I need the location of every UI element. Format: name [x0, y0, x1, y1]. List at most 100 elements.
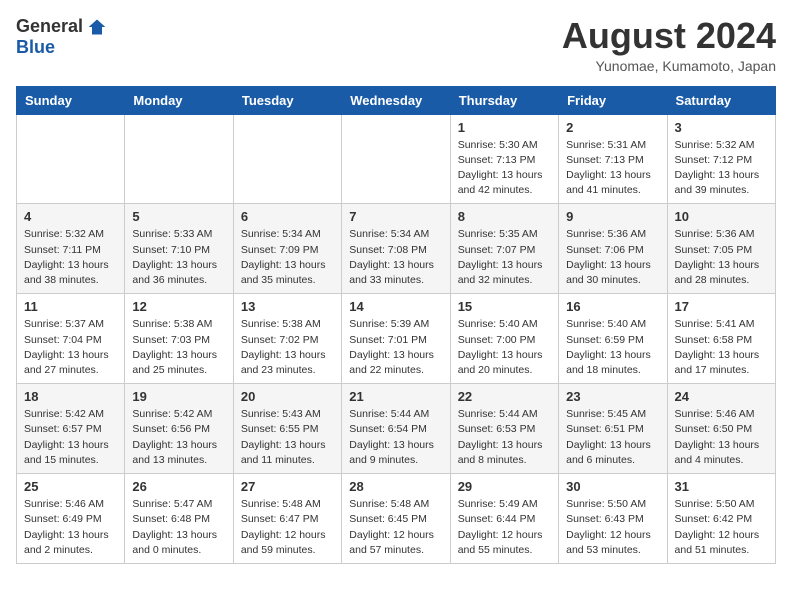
calendar-cell: 22Sunrise: 5:44 AM Sunset: 6:53 PM Dayli… [450, 384, 558, 474]
calendar-cell: 3Sunrise: 5:32 AM Sunset: 7:12 PM Daylig… [667, 114, 775, 204]
week-row-2: 4 Sunrise: 5:32 AM Sunset: 7:11 PM Daylig… [17, 204, 776, 294]
calendar-cell: 11 Sunrise: 5:37 AM Sunset: 7:04 PM Dayli… [17, 294, 125, 384]
calendar-cell: 4 Sunrise: 5:32 AM Sunset: 7:11 PM Daylig… [17, 204, 125, 294]
day-info: Sunrise: 5:46 AM Sunset: 6:50 PM Dayligh… [675, 407, 768, 468]
day-number: 25 [24, 479, 117, 494]
day-info: Sunrise: 5:42 AM Sunset: 6:56 PM Dayligh… [132, 407, 225, 468]
header-saturday: Saturday [667, 86, 775, 114]
calendar-cell: 8 Sunrise: 5:35 AM Sunset: 7:07 PM Daylig… [450, 204, 558, 294]
day-info: Sunrise: 5:45 AM Sunset: 6:51 PM Dayligh… [566, 407, 659, 468]
calendar-cell [233, 114, 341, 204]
header-row: SundayMondayTuesdayWednesdayThursdayFrid… [17, 86, 776, 114]
day-info: Sunrise: 5:34 AM Sunset: 7:09 PM Dayligh… [241, 227, 334, 288]
calendar-cell: 17Sunrise: 5:41 AM Sunset: 6:58 PM Dayli… [667, 294, 775, 384]
day-info: Sunrise: 5:31 AM Sunset: 7:13 PM Dayligh… [566, 138, 659, 199]
week-row-4: 18 Sunrise: 5:42 AM Sunset: 6:57 PM Dayli… [17, 384, 776, 474]
calendar-cell: 24 Sunrise: 5:46 AM Sunset: 6:50 PM Dayli… [667, 384, 775, 474]
day-info: Sunrise: 5:44 AM Sunset: 6:54 PM Dayligh… [349, 407, 442, 468]
day-number: 5 [132, 209, 225, 224]
day-number: 1 [458, 120, 551, 135]
calendar-cell: 5Sunrise: 5:33 AM Sunset: 7:10 PM Daylig… [125, 204, 233, 294]
location-text: Yunomae, Kumamoto, Japan [562, 58, 776, 74]
week-row-1: 1 Sunrise: 5:30 AM Sunset: 7:13 PM Daylig… [17, 114, 776, 204]
calendar-cell: 28Sunrise: 5:48 AM Sunset: 6:45 PM Dayli… [342, 474, 450, 564]
calendar-table: SundayMondayTuesdayWednesdayThursdayFrid… [16, 86, 776, 564]
header-friday: Friday [559, 86, 667, 114]
header-monday: Monday [125, 86, 233, 114]
calendar-cell: 21 Sunrise: 5:44 AM Sunset: 6:54 PM Dayli… [342, 384, 450, 474]
week-row-5: 25 Sunrise: 5:46 AM Sunset: 6:49 PM Dayli… [17, 474, 776, 564]
day-info: Sunrise: 5:38 AM Sunset: 7:02 PM Dayligh… [241, 317, 334, 378]
header-sunday: Sunday [17, 86, 125, 114]
day-info: Sunrise: 5:37 AM Sunset: 7:04 PM Dayligh… [24, 317, 117, 378]
day-info: Sunrise: 5:43 AM Sunset: 6:55 PM Dayligh… [241, 407, 334, 468]
day-number: 2 [566, 120, 659, 135]
day-info: Sunrise: 5:38 AM Sunset: 7:03 PM Dayligh… [132, 317, 225, 378]
day-number: 16 [566, 299, 659, 314]
day-number: 4 [24, 209, 117, 224]
day-number: 24 [675, 389, 768, 404]
day-info: Sunrise: 5:40 AM Sunset: 6:59 PM Dayligh… [566, 317, 659, 378]
day-number: 23 [566, 389, 659, 404]
calendar-cell: 23 Sunrise: 5:45 AM Sunset: 6:51 PM Dayli… [559, 384, 667, 474]
day-info: Sunrise: 5:49 AM Sunset: 6:44 PM Dayligh… [458, 497, 551, 558]
day-info: Sunrise: 5:41 AM Sunset: 6:58 PM Dayligh… [675, 317, 768, 378]
day-info: Sunrise: 5:30 AM Sunset: 7:13 PM Dayligh… [458, 138, 551, 199]
day-info: Sunrise: 5:44 AM Sunset: 6:53 PM Dayligh… [458, 407, 551, 468]
day-info: Sunrise: 5:48 AM Sunset: 6:45 PM Dayligh… [349, 497, 442, 558]
day-info: Sunrise: 5:34 AM Sunset: 7:08 PM Dayligh… [349, 227, 442, 288]
day-number: 26 [132, 479, 225, 494]
day-number: 27 [241, 479, 334, 494]
calendar-cell: 20 Sunrise: 5:43 AM Sunset: 6:55 PM Dayli… [233, 384, 341, 474]
day-number: 11 [24, 299, 117, 314]
day-info: Sunrise: 5:35 AM Sunset: 7:07 PM Dayligh… [458, 227, 551, 288]
day-number: 20 [241, 389, 334, 404]
day-info: Sunrise: 5:48 AM Sunset: 6:47 PM Dayligh… [241, 497, 334, 558]
calendar-cell [125, 114, 233, 204]
calendar-cell: 27 Sunrise: 5:48 AM Sunset: 6:47 PM Dayli… [233, 474, 341, 564]
day-number: 15 [458, 299, 551, 314]
calendar-cell: 9 Sunrise: 5:36 AM Sunset: 7:06 PM Daylig… [559, 204, 667, 294]
day-info: Sunrise: 5:36 AM Sunset: 7:06 PM Dayligh… [566, 227, 659, 288]
header-thursday: Thursday [450, 86, 558, 114]
day-number: 29 [458, 479, 551, 494]
day-number: 31 [675, 479, 768, 494]
calendar-cell: 31 Sunrise: 5:50 AM Sunset: 6:42 PM Dayli… [667, 474, 775, 564]
day-info: Sunrise: 5:36 AM Sunset: 7:05 PM Dayligh… [675, 227, 768, 288]
day-number: 7 [349, 209, 442, 224]
day-number: 30 [566, 479, 659, 494]
calendar-cell: 26 Sunrise: 5:47 AM Sunset: 6:48 PM Dayli… [125, 474, 233, 564]
day-number: 18 [24, 389, 117, 404]
calendar-cell: 19Sunrise: 5:42 AM Sunset: 6:56 PM Dayli… [125, 384, 233, 474]
calendar-cell: 2 Sunrise: 5:31 AM Sunset: 7:13 PM Daylig… [559, 114, 667, 204]
calendar-cell: 14Sunrise: 5:39 AM Sunset: 7:01 PM Dayli… [342, 294, 450, 384]
calendar-cell: 12 Sunrise: 5:38 AM Sunset: 7:03 PM Dayli… [125, 294, 233, 384]
day-number: 12 [132, 299, 225, 314]
day-number: 21 [349, 389, 442, 404]
calendar-cell: 7 Sunrise: 5:34 AM Sunset: 7:08 PM Daylig… [342, 204, 450, 294]
logo: General Blue [16, 16, 107, 58]
day-info: Sunrise: 5:39 AM Sunset: 7:01 PM Dayligh… [349, 317, 442, 378]
header-wednesday: Wednesday [342, 86, 450, 114]
day-number: 9 [566, 209, 659, 224]
page-header: General Blue August 2024 Yunomae, Kumamo… [16, 16, 776, 74]
calendar-cell: 15Sunrise: 5:40 AM Sunset: 7:00 PM Dayli… [450, 294, 558, 384]
day-info: Sunrise: 5:50 AM Sunset: 6:42 PM Dayligh… [675, 497, 768, 558]
day-info: Sunrise: 5:32 AM Sunset: 7:11 PM Dayligh… [24, 227, 117, 288]
day-info: Sunrise: 5:47 AM Sunset: 6:48 PM Dayligh… [132, 497, 225, 558]
day-info: Sunrise: 5:42 AM Sunset: 6:57 PM Dayligh… [24, 407, 117, 468]
day-info: Sunrise: 5:50 AM Sunset: 6:43 PM Dayligh… [566, 497, 659, 558]
day-info: Sunrise: 5:32 AM Sunset: 7:12 PM Dayligh… [675, 138, 768, 199]
logo-blue-text: Blue [16, 37, 55, 58]
logo-general-text: General [16, 16, 83, 37]
header-tuesday: Tuesday [233, 86, 341, 114]
day-info: Sunrise: 5:46 AM Sunset: 6:49 PM Dayligh… [24, 497, 117, 558]
calendar-cell: 16 Sunrise: 5:40 AM Sunset: 6:59 PM Dayli… [559, 294, 667, 384]
calendar-cell: 1 Sunrise: 5:30 AM Sunset: 7:13 PM Daylig… [450, 114, 558, 204]
day-number: 13 [241, 299, 334, 314]
calendar-cell [17, 114, 125, 204]
week-row-3: 11 Sunrise: 5:37 AM Sunset: 7:04 PM Dayli… [17, 294, 776, 384]
calendar-cell: 13 Sunrise: 5:38 AM Sunset: 7:02 PM Dayli… [233, 294, 341, 384]
calendar-cell [342, 114, 450, 204]
day-number: 8 [458, 209, 551, 224]
